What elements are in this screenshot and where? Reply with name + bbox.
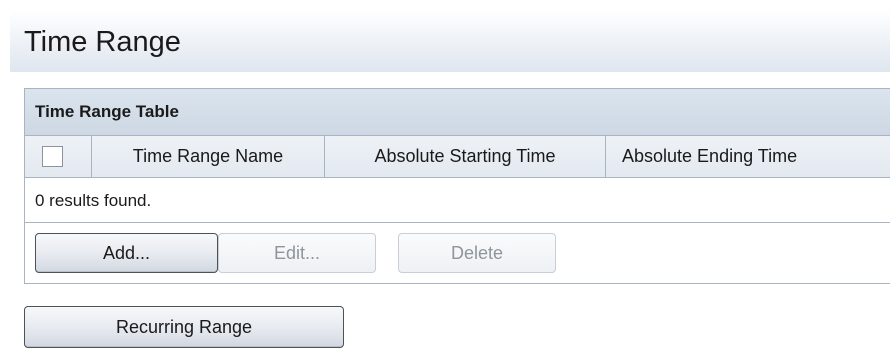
time-range-table: Time Range Table Time Range Name Absolut… [24,88,890,284]
select-all-column [25,136,92,177]
page-title-bar: Time Range [10,10,890,72]
table-title: Time Range Table [35,102,179,121]
select-all-checkbox[interactable] [42,146,63,167]
results-count-text: 0 results found. [35,191,152,210]
column-header-time-range-name[interactable]: Time Range Name [92,136,325,177]
add-button[interactable]: Add... [35,233,218,273]
table-column-header-row: Time Range Name Absolute Starting Time A… [25,136,890,178]
results-row: 0 results found. [25,178,890,223]
table-header-bar: Time Range Table [25,89,890,136]
page-title: Time Range [24,26,181,58]
edit-button[interactable]: Edit... [218,233,376,273]
recurring-range-button[interactable]: Recurring Range [24,306,344,348]
column-header-absolute-ending-time[interactable]: Absolute Ending Time [606,136,890,177]
table-actions-row: Add... Edit... Delete [25,223,890,283]
column-header-absolute-starting-time[interactable]: Absolute Starting Time [325,136,606,177]
delete-button[interactable]: Delete [398,233,556,273]
